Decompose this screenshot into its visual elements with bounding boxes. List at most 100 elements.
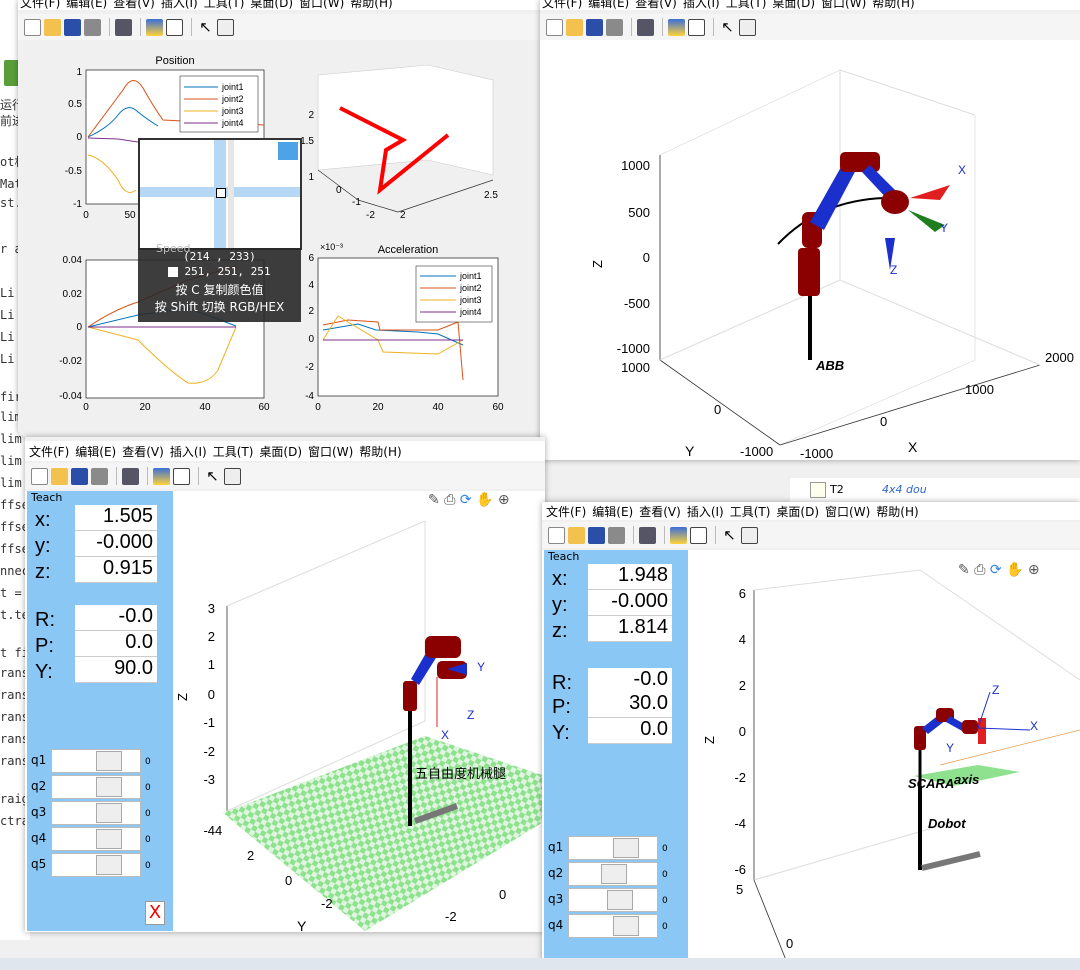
print-icon[interactable] <box>91 467 108 485</box>
menu-help[interactable]: 帮助(H) <box>876 503 918 520</box>
rotate-icon[interactable]: ⟳ <box>460 492 472 508</box>
q2-slider[interactable] <box>568 862 658 886</box>
menu-help[interactable]: 帮助(H) <box>350 0 392 11</box>
open-icon[interactable] <box>51 467 68 485</box>
save-icon[interactable] <box>588 526 605 544</box>
legend-icon[interactable] <box>166 18 183 36</box>
menu-window[interactable]: 窗口(W) <box>299 0 344 11</box>
menu-help[interactable]: 帮助(H) <box>359 443 401 460</box>
menu-desktop[interactable]: 桌面(D) <box>259 443 302 460</box>
q5-thumb[interactable] <box>96 855 122 875</box>
pan-icon[interactable]: ✋ <box>476 492 493 508</box>
link-plot-icon[interactable] <box>115 18 132 36</box>
open-icon[interactable] <box>44 18 61 36</box>
legend-icon[interactable] <box>688 18 705 36</box>
q4-thumb[interactable] <box>613 916 639 936</box>
print-icon[interactable] <box>606 18 623 36</box>
menu-file[interactable]: 文件(F) <box>20 0 60 11</box>
open-icon[interactable] <box>566 18 583 36</box>
save-icon[interactable] <box>586 18 603 36</box>
q3-thumb[interactable] <box>607 890 633 910</box>
link-plot-icon[interactable] <box>122 467 139 485</box>
menu-insert[interactable]: 插入(I) <box>683 0 720 11</box>
save-icon[interactable] <box>71 467 88 485</box>
print-icon[interactable] <box>84 18 101 36</box>
menu-view[interactable]: 查看(V) <box>635 0 677 11</box>
brush-icon[interactable]: ✎ <box>958 562 970 578</box>
legend-icon[interactable] <box>173 467 190 485</box>
menu-insert[interactable]: 插入(I) <box>161 0 198 11</box>
colorbar-icon[interactable] <box>670 526 687 544</box>
menu-view[interactable]: 查看(V) <box>113 0 155 11</box>
legend-icon[interactable] <box>690 526 707 544</box>
property-inspector-icon[interactable] <box>217 18 234 36</box>
property-inspector-icon[interactable] <box>739 18 756 36</box>
menu-tools[interactable]: 工具(T) <box>204 0 245 11</box>
menu-view[interactable]: 查看(V) <box>639 503 681 520</box>
q1-thumb[interactable] <box>96 751 122 771</box>
q4-thumb[interactable] <box>96 829 122 849</box>
menu-edit[interactable]: 编辑(E) <box>588 0 629 11</box>
pan-icon[interactable]: ✋ <box>1006 562 1023 578</box>
menu-desktop[interactable]: 桌面(D) <box>776 503 819 520</box>
menu-file[interactable]: 文件(F) <box>542 0 582 11</box>
property-inspector-icon[interactable] <box>741 526 758 544</box>
zoom-in-icon[interactable]: ⊕ <box>1028 562 1040 578</box>
q2-slider[interactable] <box>51 775 141 799</box>
q2-thumb[interactable] <box>601 864 627 884</box>
brush-icon[interactable]: ✎ <box>428 492 440 508</box>
menu-window[interactable]: 窗口(W) <box>821 0 866 11</box>
menu-help[interactable]: 帮助(H) <box>872 0 914 11</box>
open-icon[interactable] <box>568 526 585 544</box>
link-plot-icon[interactable] <box>637 18 654 36</box>
close-button[interactable]: X <box>145 901 165 925</box>
menu-window[interactable]: 窗口(W) <box>825 503 870 520</box>
menu-window[interactable]: 窗口(W) <box>308 443 353 460</box>
q3-slider[interactable] <box>51 801 141 825</box>
zoom-in-icon[interactable]: ⊕ <box>498 492 510 508</box>
datatip-icon[interactable]: ⎙ <box>444 492 455 508</box>
colorbar-icon[interactable] <box>153 467 170 485</box>
link-plot-icon[interactable] <box>639 526 656 544</box>
pointer-icon[interactable]: ↖ <box>719 18 736 36</box>
menu-insert[interactable]: 插入(I) <box>170 443 207 460</box>
q4-slider[interactable] <box>568 914 658 938</box>
pointer-icon[interactable]: ↖ <box>204 467 221 485</box>
q3-thumb[interactable] <box>96 803 122 823</box>
color-swatch <box>168 267 179 277</box>
menu-edit[interactable]: 编辑(E) <box>592 503 633 520</box>
menu-desktop[interactable]: 桌面(D) <box>772 0 815 11</box>
q1-slider[interactable] <box>51 749 141 773</box>
abb-robot-label: ABB <box>815 358 844 373</box>
rotate-icon[interactable]: ⟳ <box>990 562 1002 578</box>
save-icon[interactable] <box>64 18 81 36</box>
menu-tools[interactable]: 工具(T) <box>213 443 254 460</box>
q1-thumb[interactable] <box>613 838 639 858</box>
colorbar-icon[interactable] <box>668 18 685 36</box>
q2-thumb[interactable] <box>96 777 122 797</box>
menu-view[interactable]: 查看(V) <box>122 443 164 460</box>
menu-tools[interactable]: 工具(T) <box>726 0 767 11</box>
datatip-icon[interactable]: ⎙ <box>974 562 985 578</box>
property-inspector-icon[interactable] <box>224 467 241 485</box>
menu-tools[interactable]: 工具(T) <box>730 503 771 520</box>
yaw-value: 90.0 <box>75 657 157 683</box>
new-figure-icon[interactable] <box>546 18 563 36</box>
new-figure-icon[interactable] <box>24 18 41 36</box>
q5-slider[interactable] <box>51 853 141 877</box>
new-figure-icon[interactable] <box>548 526 565 544</box>
pointer-icon[interactable]: ↖ <box>197 18 214 36</box>
q1-slider[interactable] <box>568 836 658 860</box>
menu-desktop[interactable]: 桌面(D) <box>250 0 293 11</box>
print-icon[interactable] <box>608 526 625 544</box>
q3-slider[interactable] <box>568 888 658 912</box>
menu-insert[interactable]: 插入(I) <box>687 503 724 520</box>
pointer-icon[interactable]: ↖ <box>721 526 738 544</box>
colorbar-icon[interactable] <box>146 18 163 36</box>
menu-edit[interactable]: 编辑(E) <box>75 443 116 460</box>
q4-slider[interactable] <box>51 827 141 851</box>
menu-edit[interactable]: 编辑(E) <box>66 0 107 11</box>
new-figure-icon[interactable] <box>31 467 48 485</box>
menu-file[interactable]: 文件(F) <box>546 503 586 520</box>
menu-file[interactable]: 文件(F) <box>29 443 69 460</box>
